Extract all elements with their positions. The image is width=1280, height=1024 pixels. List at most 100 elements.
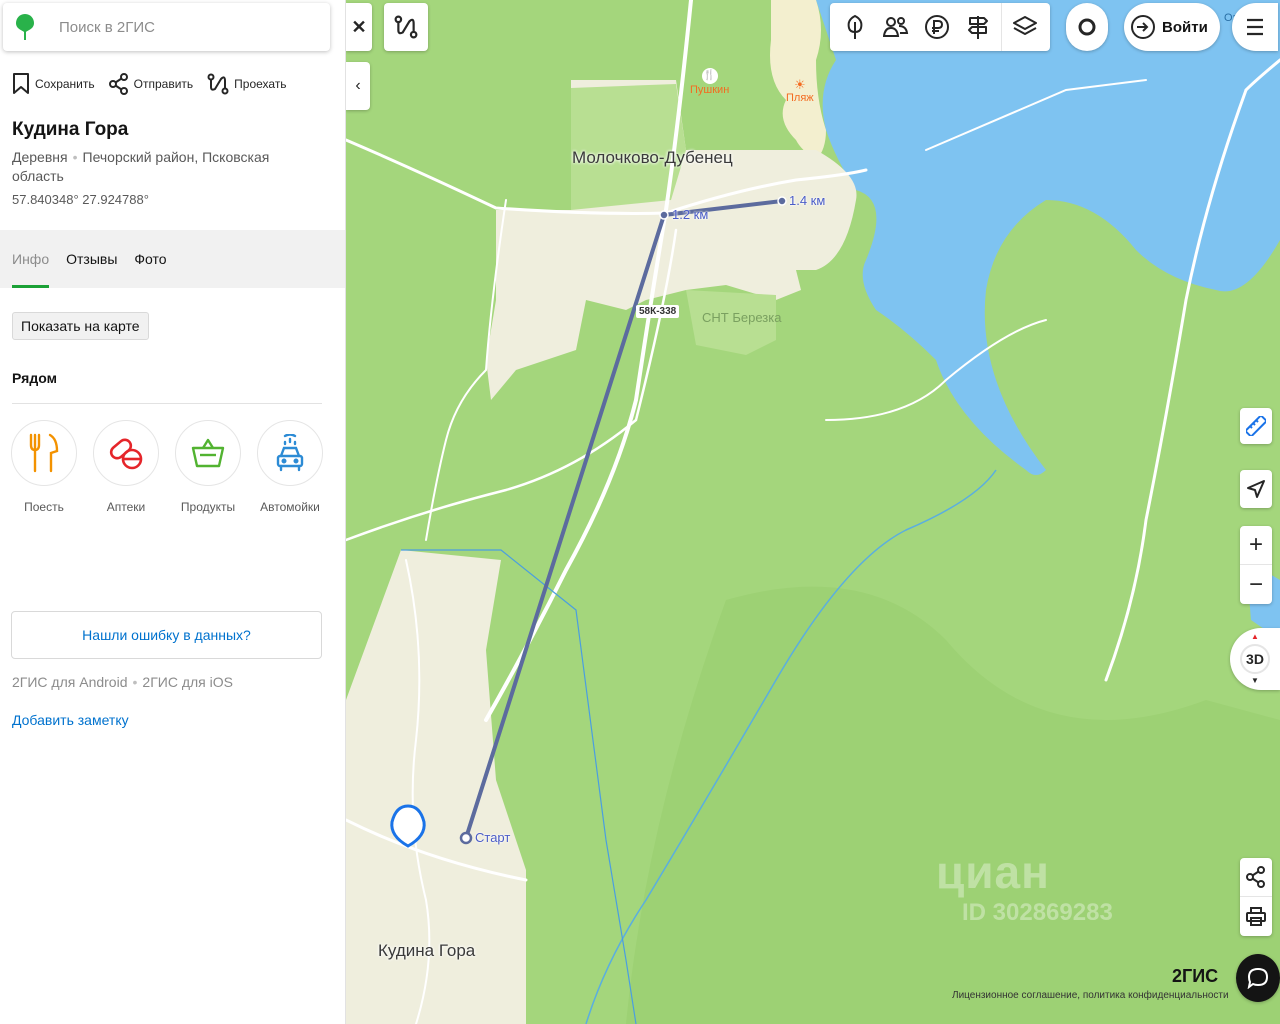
report-error-button[interactable]: Нашли ошибку в данных? — [11, 611, 322, 659]
fork-knife-icon — [11, 420, 77, 486]
lens-button[interactable] — [1066, 3, 1108, 51]
separator-dot: • — [72, 149, 78, 165]
hamburger-icon — [1247, 18, 1263, 36]
ios-app-link[interactable]: 2ГИС для iOS — [142, 674, 233, 690]
printer-icon — [1246, 906, 1266, 926]
place-type: Деревня — [12, 149, 68, 165]
ruler-button[interactable] — [1240, 408, 1272, 444]
save-button[interactable]: Сохранить — [12, 73, 95, 95]
nearby-carwash-button[interactable]: Автомойки — [256, 420, 324, 514]
separator-dot: • — [132, 674, 138, 690]
people-icon — [882, 17, 908, 37]
place-tabs: Инфо Отзывы Фото — [0, 230, 345, 288]
compass-north-icon: ▲ — [1251, 632, 1259, 641]
measure-start-label: Старт — [475, 830, 511, 845]
plus-icon: + — [1248, 531, 1263, 558]
signpost-icon — [968, 16, 989, 39]
toolbar-atm-button[interactable] — [919, 9, 955, 45]
pills-icon — [93, 420, 159, 486]
tab-reviews[interactable]: Отзывы — [66, 230, 117, 288]
route-button[interactable]: Проехать — [207, 73, 287, 95]
license-links[interactable]: Лицензионное соглашение, политика конфид… — [952, 990, 1229, 1001]
route-label: Проехать — [234, 77, 287, 91]
login-button[interactable]: Войти — [1124, 3, 1220, 51]
map-layers-toolbar — [830, 3, 1050, 51]
tree-icon — [847, 14, 862, 39]
cafe-icon: 🍴 — [701, 68, 718, 84]
mode-3d-label: 3D — [1240, 644, 1270, 674]
measure-end-label: 1.4 км — [789, 193, 826, 208]
beach-marker[interactable]: ☀ Пляж — [786, 77, 814, 105]
ring-icon — [1078, 18, 1096, 36]
place-actions: Сохранить Отправить Проехать — [12, 73, 287, 95]
route-icon — [394, 15, 418, 39]
search-box[interactable] — [3, 3, 330, 51]
2gis-logo-icon[interactable] — [3, 3, 47, 51]
toolbar-layers-button[interactable] — [1007, 9, 1043, 45]
cafe-marker[interactable]: 🍴 Пушкин — [690, 68, 729, 96]
nearby-carwash-label: Автомойки — [260, 500, 320, 514]
map-canvas[interactable]: Молочково-Дубенец Кудина Гора СНТ Березк… — [346, 0, 1280, 1024]
nearby-pharmacy-label: Аптеки — [106, 500, 146, 514]
login-icon — [1131, 15, 1155, 39]
share-map-button[interactable] — [1240, 858, 1272, 897]
show-on-map-button[interactable]: Показать на карте — [12, 312, 149, 340]
layers-icon — [1013, 16, 1038, 35]
ruler-icon — [1246, 416, 1266, 436]
place-subtitle: Деревня • Печорский район, Псковская облас… — [12, 148, 312, 186]
zoom-in-button[interactable]: + — [1240, 526, 1272, 565]
place-card-panel: Сохранить Отправить Проехать Кудина Гора… — [0, 0, 346, 1024]
divider — [1001, 3, 1003, 51]
menu-button[interactable] — [1232, 3, 1278, 51]
minus-icon: − — [1248, 570, 1263, 598]
divider — [12, 403, 322, 404]
apps-links: 2ГИС для Android • 2ГИС для iOS — [12, 674, 233, 690]
chat-bubble-icon — [1247, 967, 1269, 989]
nearby-pharmacy-button[interactable]: Аптеки — [92, 420, 160, 514]
share-icon — [108, 73, 128, 95]
zoom-out-button[interactable]: − — [1240, 565, 1272, 604]
2gis-brand-logo[interactable]: 2ГИС — [1172, 966, 1218, 987]
toolbar-signpost-button[interactable] — [960, 9, 996, 45]
watermark-id: ID 302869283 — [962, 899, 1113, 926]
tab-photos[interactable]: Фото — [134, 230, 166, 288]
compass-south-icon: ▼ — [1251, 676, 1259, 685]
bookmark-icon — [13, 73, 29, 94]
route-icon — [207, 73, 229, 95]
nearby-food-button[interactable]: Поесть — [10, 420, 78, 514]
print-button[interactable] — [1240, 897, 1272, 936]
login-label: Войти — [1162, 18, 1208, 36]
zoom-control: + − — [1240, 526, 1272, 604]
share-button[interactable]: Отправить — [108, 73, 194, 95]
add-note-link[interactable]: Добавить заметку — [12, 712, 129, 728]
save-label: Сохранить — [35, 77, 95, 91]
directions-button[interactable] — [384, 3, 428, 51]
nearby-title: Рядом — [12, 370, 57, 386]
my-location-button[interactable] — [1240, 470, 1272, 508]
close-icon: ✕ — [351, 16, 367, 37]
place-title: Кудина Гора — [12, 119, 129, 140]
village-label-top[interactable]: Молочково-Дубенец — [572, 148, 733, 168]
nearby-grocery-button[interactable]: Продукты — [174, 420, 242, 514]
chat-button[interactable] — [1236, 954, 1280, 1002]
tab-info[interactable]: Инфо — [12, 230, 50, 288]
beach-label: Пляж — [786, 92, 814, 104]
navigation-arrow-icon — [1247, 480, 1265, 498]
cafe-label: Пушкин — [690, 84, 730, 96]
collapse-panel-button[interactable]: ‹ — [346, 62, 370, 110]
search-input[interactable] — [59, 18, 309, 36]
android-app-link[interactable]: 2ГИС для Android — [12, 674, 128, 690]
toolbar-attractions-button[interactable] — [837, 9, 873, 45]
village-label-bottom[interactable]: Кудина Гора — [378, 941, 475, 961]
cian-watermark: циан ID 302869283 — [936, 845, 1113, 927]
close-button[interactable]: ✕ — [346, 3, 372, 51]
nearby-categories: Поесть Аптеки Продукты Автомойки — [10, 420, 324, 514]
toolbar-people-button[interactable] — [878, 9, 914, 45]
place-coordinates[interactable]: 57.840348° 27.924788° — [12, 192, 149, 207]
share-icon — [1246, 866, 1265, 888]
share-label: Отправить — [133, 77, 194, 91]
sun-icon: ☀ — [793, 77, 806, 92]
share-print-control — [1240, 858, 1272, 936]
nearby-food-label: Поесть — [24, 500, 64, 514]
snt-label[interactable]: СНТ Березка — [702, 310, 781, 325]
